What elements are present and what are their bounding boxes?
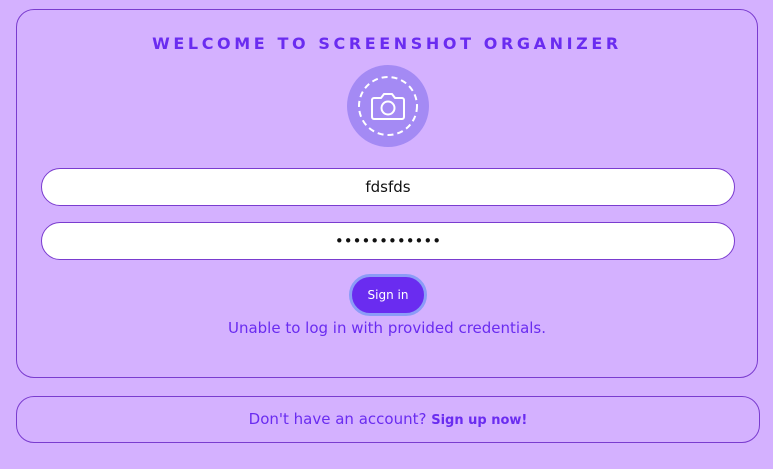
app-logo [347, 65, 429, 147]
login-card: WELCOME TO SCREENSHOT ORGANIZER Sign in … [16, 9, 758, 378]
signup-prompt: Don't have an account? [248, 410, 427, 428]
sign-up-link[interactable]: Sign up now! [431, 413, 527, 428]
camera-icon [358, 76, 418, 136]
error-message: Unable to log in with provided credentia… [227, 319, 547, 337]
password-input[interactable] [41, 222, 735, 260]
sign-in-button[interactable]: Sign in [349, 274, 427, 316]
page-title: WELCOME TO SCREENSHOT ORGANIZER [152, 34, 622, 53]
signup-box: Don't have an account? Sign up now! [16, 396, 760, 443]
username-input[interactable] [41, 168, 735, 206]
